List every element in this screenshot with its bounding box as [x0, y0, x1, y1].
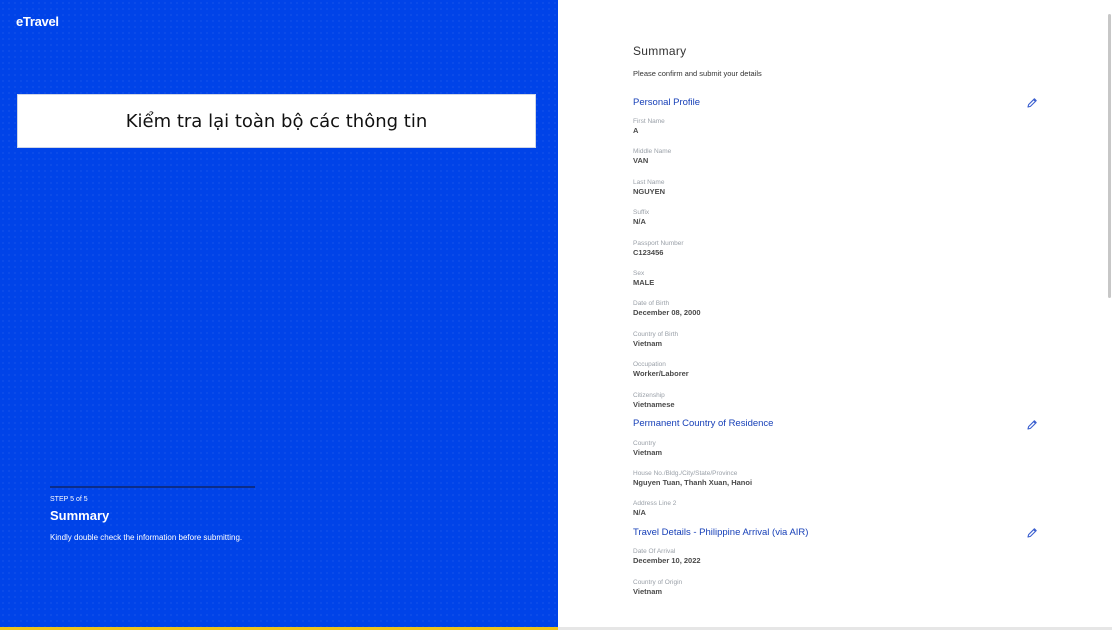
field-middle-name: Middle Name VAN — [633, 148, 672, 166]
summary-content: Summary Please confirm and submit your d… — [633, 44, 1038, 608]
section-title: Personal Profile — [633, 96, 701, 108]
field-passport-number: Passport Number C123456 — [633, 239, 684, 257]
field-address: House No./Bldg./City/State/Province Nguye… — [633, 469, 753, 487]
left-panel: eTravel Kiểm tra lại toàn bộ các thông t… — [0, 0, 558, 630]
field-address-line-2: Address Line 2 N/A — [633, 500, 677, 518]
section-permanent-residence: Permanent Country of Residence Country Vi… — [633, 417, 1038, 526]
section-header: Personal Profile — [633, 95, 1038, 109]
section-personal-profile: Personal Profile First Name A Middle Name… — [633, 95, 1038, 417]
summary-subtitle: Please confirm and submit your details — [633, 69, 762, 78]
section-header: Travel Details - Philippine Arrival (via… — [633, 525, 1038, 539]
section-header: Permanent Country of Residence — [633, 417, 1038, 431]
section-title: Permanent Country of Residence — [633, 418, 774, 430]
etravel-logo[interactable]: eTravel — [16, 14, 59, 29]
scrollbar[interactable] — [1108, 14, 1111, 298]
section-travel-details: Travel Details - Philippine Arrival (via… — [633, 525, 1038, 608]
field-occupation: Occupation Worker/Laborer — [633, 361, 689, 379]
field-citizenship: Citizenship Vietnamese — [633, 391, 675, 409]
field-date-of-arrival: Date Of Arrival December 10, 2022 — [633, 548, 701, 566]
field-country-of-birth: Country of Birth Vietnam — [633, 330, 679, 348]
pencil-icon[interactable] — [1026, 526, 1038, 538]
section-title: Travel Details - Philippine Arrival (via… — [633, 526, 809, 538]
pencil-icon[interactable] — [1026, 96, 1038, 108]
field-last-name: Last Name NGUYEN — [633, 178, 666, 196]
instruction-text: Kiểm tra lại toàn bộ các thông tin — [125, 110, 428, 132]
step-title: Summary — [50, 508, 110, 523]
field-suffix: Suffix N/A — [633, 209, 650, 227]
step-description: Kindly double check the information befo… — [50, 533, 243, 542]
pencil-icon[interactable] — [1026, 418, 1038, 430]
field-first-name: First Name A — [633, 118, 665, 135]
step-progress-bar — [50, 486, 255, 488]
field-country-of-origin: Country of Origin Vietnam — [633, 578, 683, 596]
field-country: Country Vietnam — [633, 439, 663, 457]
field-sex: Sex MALE — [633, 269, 655, 287]
summary-title: Summary — [633, 44, 687, 58]
step-label: STEP 5 of 5 — [50, 496, 88, 503]
field-date-of-birth: Date of Birth December 08, 2000 — [633, 300, 701, 318]
instruction-callout: Kiểm tra lại toàn bộ các thông tin — [17, 94, 536, 148]
summary-panel: Summary Please confirm and submit your d… — [558, 0, 1112, 630]
